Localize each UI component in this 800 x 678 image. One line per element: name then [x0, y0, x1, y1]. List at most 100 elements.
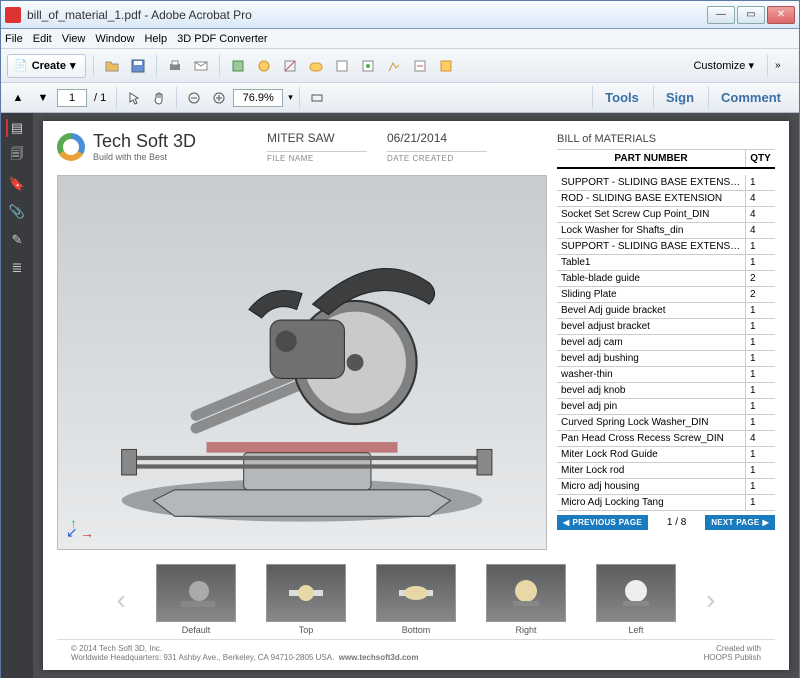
bom-row[interactable]: bevel adj pin1: [557, 399, 775, 415]
bom-row[interactable]: Miter Lock Rod Guide1: [557, 447, 775, 463]
bom-row[interactable]: washer-thin1: [557, 367, 775, 383]
separator: [93, 55, 94, 77]
tool-button-5[interactable]: [331, 55, 353, 77]
layers-panel-icon[interactable]: ≣: [8, 259, 26, 277]
tool-button-7[interactable]: [383, 55, 405, 77]
maximize-button[interactable]: ▭: [737, 6, 765, 24]
bom-cell-pn: Curved Spring Lock Washer_DIN: [557, 415, 745, 430]
bom-row[interactable]: Pan Head Cross Recess Screw_DIN4: [557, 431, 775, 447]
thumb-left[interactable]: Left: [596, 564, 676, 635]
print-button[interactable]: [164, 55, 186, 77]
menu-bar: File Edit View Window Help 3D PDF Conver…: [1, 29, 799, 49]
bom-row[interactable]: Miter Lock rod1: [557, 463, 775, 479]
page-down-button[interactable]: ▼: [32, 87, 54, 109]
bom-row[interactable]: Bevel Adj guide bracket1: [557, 303, 775, 319]
chevron-down-icon[interactable]: ▾: [288, 92, 293, 103]
tool-button-1[interactable]: [227, 55, 249, 77]
page-total: / 1: [94, 92, 106, 104]
expand-toolbar-button[interactable]: »: [775, 60, 793, 71]
menu-edit[interactable]: Edit: [33, 33, 52, 45]
bom-row[interactable]: Curved Spring Lock Washer_DIN1: [557, 415, 775, 431]
bom-cell-qty: 2: [745, 287, 775, 302]
nav-toolbar: ▲ ▼ / 1 ▾ Tools Sign Comment: [1, 83, 799, 113]
open-button[interactable]: [101, 55, 123, 77]
save-button[interactable]: [127, 55, 149, 77]
bom-header: PART NUMBER QTY: [557, 149, 775, 169]
bom-title: BILL of MATERIALS: [557, 131, 775, 149]
pointer-tool[interactable]: [123, 87, 145, 109]
menu-3d-converter[interactable]: 3D PDF Converter: [177, 33, 267, 45]
pages-panel-icon[interactable]: 🗐: [8, 147, 26, 165]
signatures-panel-icon[interactable]: ✎: [8, 231, 26, 249]
attachments-panel-icon[interactable]: 📎: [8, 203, 26, 221]
bom-row[interactable]: Lock Washer for Shafts_din4: [557, 223, 775, 239]
sign-panel-button[interactable]: Sign: [653, 86, 706, 109]
bom-cell-qty: 1: [745, 383, 775, 398]
thumb-prev-button[interactable]: ‹: [117, 584, 126, 616]
thumbnails-panel-icon[interactable]: ▤: [6, 119, 24, 137]
tool-button-3[interactable]: [279, 55, 301, 77]
logo-block: Tech Soft 3D Build with the Best: [57, 131, 247, 162]
thumb-default[interactable]: Default: [156, 564, 236, 635]
bom-row[interactable]: SUPPORT - SLIDING BASE EXTENSIONRH1: [557, 239, 775, 255]
separator: [116, 87, 117, 109]
bom-cell-pn: bevel adj bushing: [557, 351, 745, 366]
thumb-top[interactable]: Top: [266, 564, 346, 635]
thumb-bottom[interactable]: Bottom: [376, 564, 456, 635]
thumb-next-button[interactable]: ›: [706, 584, 715, 616]
view-thumbnails: ‹ Default Top Bottom Right Left ›: [43, 556, 789, 639]
page-input[interactable]: [57, 89, 87, 107]
tool-button-2[interactable]: [253, 55, 275, 77]
window-title: bill_of_material_1.pdf - Adobe Acrobat P…: [27, 8, 705, 22]
3d-viewer[interactable]: ↑↙→: [57, 175, 547, 550]
bom-cell-qty: 4: [745, 223, 775, 238]
zoom-input[interactable]: [233, 89, 283, 107]
close-button[interactable]: ✕: [767, 6, 795, 24]
hand-tool[interactable]: [148, 87, 170, 109]
menu-help[interactable]: Help: [144, 33, 167, 45]
bom-row[interactable]: ROD - SLIDING BASE EXTENSION4: [557, 191, 775, 207]
tool-button-6[interactable]: [357, 55, 379, 77]
menu-file[interactable]: File: [5, 33, 23, 45]
bom-cell-qty: 1: [745, 495, 775, 510]
tools-panel-button[interactable]: Tools: [592, 86, 651, 109]
zoom-out-button[interactable]: [183, 87, 205, 109]
menu-view[interactable]: View: [62, 33, 86, 45]
next-page-button[interactable]: NEXT PAGE ▶: [705, 515, 775, 530]
bom-row[interactable]: Socket Set Screw Cup Point_DIN4: [557, 207, 775, 223]
thumb-right[interactable]: Right: [486, 564, 566, 635]
bom-row[interactable]: Table-blade guide2: [557, 271, 775, 287]
page-up-button[interactable]: ▲: [7, 87, 29, 109]
create-button[interactable]: 📄 Create ▾: [7, 54, 86, 78]
separator: [767, 55, 768, 77]
thumb-label: Right: [515, 625, 536, 635]
menu-window[interactable]: Window: [95, 33, 134, 45]
email-button[interactable]: [190, 55, 212, 77]
customize-button[interactable]: Customize ▾: [687, 59, 760, 72]
bom-cell-qty: 1: [745, 447, 775, 462]
fit-width-button[interactable]: [306, 87, 328, 109]
tool-button-4[interactable]: [305, 55, 327, 77]
comment-panel-button[interactable]: Comment: [708, 86, 793, 109]
bom-row[interactable]: Sliding Plate2: [557, 287, 775, 303]
bom-row[interactable]: bevel adjust bracket1: [557, 319, 775, 335]
bom-row[interactable]: Table11: [557, 255, 775, 271]
zoom-in-button[interactable]: [208, 87, 230, 109]
bom-row[interactable]: SUPPORT - SLIDING BASE EXTENSION1: [557, 175, 775, 191]
bom-row[interactable]: Micro adj housing1: [557, 479, 775, 495]
bookmarks-panel-icon[interactable]: 🔖: [8, 175, 26, 193]
bom-row[interactable]: bevel adj bushing1: [557, 351, 775, 367]
bom-cell-pn: Socket Set Screw Cup Point_DIN: [557, 207, 745, 222]
bom-cell-pn: Lock Washer for Shafts_din: [557, 223, 745, 238]
tool-button-8[interactable]: [409, 55, 431, 77]
bom-row[interactable]: bevel adj cam1: [557, 335, 775, 351]
bom-cell-qty: 1: [745, 255, 775, 270]
bom-cell-qty: 2: [745, 271, 775, 286]
date-value: 06/21/2014: [387, 131, 487, 149]
tool-button-9[interactable]: [435, 55, 457, 77]
bom-row[interactable]: Micro Adj Locking Tang1: [557, 495, 775, 511]
bom-row[interactable]: bevel adj knob1: [557, 383, 775, 399]
previous-page-button[interactable]: ◀ PREVIOUS PAGE: [557, 515, 648, 530]
minimize-button[interactable]: —: [707, 6, 735, 24]
app-icon: [5, 7, 21, 23]
